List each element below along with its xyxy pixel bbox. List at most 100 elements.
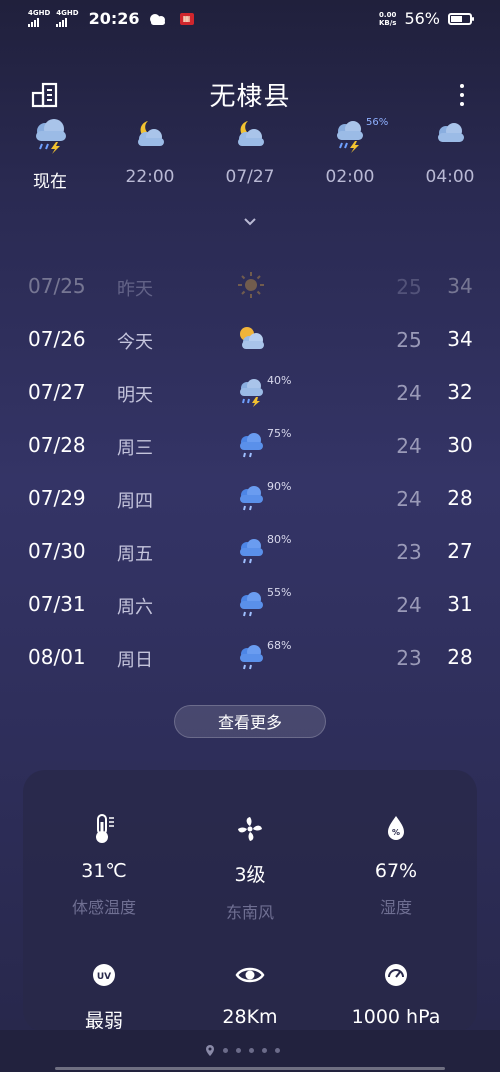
daily-row[interactable]: 08/01 周日 68% 23 28: [0, 631, 500, 683]
hourly-item[interactable]: 22:00: [100, 115, 200, 187]
precip-chance: 56%: [366, 117, 389, 128]
eye-icon: [235, 967, 265, 983]
app-notification-icon: ▦: [179, 12, 194, 25]
weather-details-card: 31℃ 体感温度 3级 东南风 % 67% 湿度 UV 最弱 28Km 1000…: [23, 770, 477, 1032]
precip-chance: 75%: [267, 427, 292, 440]
daily-weekday: 周六: [117, 597, 153, 618]
status-left: 4GHD 4GHD 20:26 ▦: [28, 9, 194, 28]
daily-row[interactable]: 07/30 周五 80% 23 27: [0, 525, 500, 577]
hourly-item[interactable]: 56% 02:00: [300, 115, 400, 187]
daily-high: 30: [447, 433, 473, 457]
svg-text:UV: UV: [97, 972, 111, 982]
detail-wind: 3级 东南风: [175, 812, 325, 923]
speed-unit: KB/s: [378, 18, 397, 27]
location-pin-icon: [206, 1045, 214, 1056]
thermometer-icon: [96, 814, 114, 843]
svg-text:%: %: [392, 828, 400, 837]
hourly-time-label: 02:00: [325, 167, 375, 187]
city-title[interactable]: 无棣县: [0, 76, 500, 113]
precip-chance: 55%: [267, 586, 292, 599]
daily-high: 34: [447, 327, 473, 351]
daily-date: 07/29: [28, 486, 86, 510]
moon-cloud-icon: [138, 121, 164, 146]
chevron-down-icon[interactable]: [242, 216, 258, 228]
daily-high: 32: [447, 380, 473, 404]
daily-row[interactable]: 07/27 明天 40% 24 32: [0, 366, 500, 418]
detail-visibility: 28Km: [175, 958, 325, 1028]
signal-1: 4GHD: [28, 10, 50, 27]
detail-caption: 东南风: [225, 903, 274, 922]
detail-value: 最弱: [84, 1010, 123, 1032]
thunderstorm-icon: [240, 379, 263, 407]
daily-low: 23: [396, 646, 422, 670]
daily-date: 08/01: [28, 645, 86, 669]
hourly-time-label: 04:00: [425, 167, 475, 187]
daily-date: 07/26: [28, 327, 86, 351]
hourly-item[interactable]: 现在: [0, 115, 100, 192]
signal-bars-icon: [56, 18, 68, 27]
page-dot[interactable]: [275, 1048, 280, 1053]
detail-value: 28Km: [222, 1006, 278, 1028]
daily-low: 24: [396, 434, 422, 458]
page-dot[interactable]: [249, 1048, 254, 1053]
partly-cloudy-icon: [240, 327, 264, 349]
header: 无棣县: [0, 70, 500, 120]
detail-pressure: 1000 hPa: [321, 958, 471, 1028]
daily-date: 07/25: [28, 274, 86, 298]
page-dot[interactable]: [223, 1048, 228, 1053]
daily-row[interactable]: 07/29 周四 90% 24 28: [0, 472, 500, 524]
hourly-item[interactable]: 07/27: [200, 115, 300, 187]
more-options-icon[interactable]: [456, 80, 468, 110]
daily-row[interactable]: 07/25 昨天 25 34: [0, 260, 500, 312]
humidity-drop-icon: %: [388, 816, 404, 840]
detail-value: 67%: [374, 860, 418, 882]
detail-caption: 体感温度: [71, 898, 136, 917]
battery-percent: 56%: [404, 9, 440, 28]
clock: 20:26: [88, 9, 140, 28]
view-more-button[interactable]: 查看更多: [174, 705, 326, 738]
daily-high: 28: [447, 645, 473, 669]
thunderstorm-icon: [36, 119, 66, 154]
daily-low: 25: [396, 328, 422, 352]
precip-chance: 40%: [267, 374, 292, 387]
daily-weekday: 周三: [117, 438, 153, 459]
daily-high: 27: [447, 539, 473, 563]
home-indicator[interactable]: [55, 1067, 445, 1070]
cloud-icon: [438, 123, 464, 142]
page-dot[interactable]: [236, 1048, 241, 1053]
daily-low: 24: [396, 593, 422, 617]
thunderstorm-icon: [337, 121, 363, 153]
daily-weekday: 周日: [117, 650, 153, 671]
daily-row[interactable]: 07/26 今天 25 34: [0, 313, 500, 365]
daily-date: 07/28: [28, 433, 86, 457]
rain-icon: [240, 592, 263, 617]
page-dot[interactable]: [262, 1048, 267, 1053]
page-dots[interactable]: [205, 1044, 280, 1057]
battery-icon: [448, 12, 474, 25]
daily-low: 23: [396, 540, 422, 564]
detail-humidity: % 67% 湿度: [321, 812, 471, 918]
daily-date: 07/30: [28, 539, 86, 563]
network-type-label: 4GHD: [28, 9, 51, 17]
hourly-forecast[interactable]: 现在 22:00 07/27 56% 02:00 04:00: [0, 115, 500, 195]
hourly-item[interactable]: 04:00: [400, 115, 500, 187]
moon-cloud-icon: [238, 121, 264, 146]
daily-high: 31: [447, 592, 473, 616]
network-speed: 0.00 KB/s: [379, 11, 396, 27]
uv-icon: UV: [93, 964, 115, 986]
rain-icon: [240, 539, 263, 564]
signal-2: 4GHD: [56, 10, 79, 27]
weather-notification-icon: [149, 13, 165, 25]
detail-value: 3级: [234, 864, 266, 886]
daily-high: 28: [447, 486, 473, 510]
detail-value: 31℃: [81, 860, 127, 882]
hourly-time-label: 22:00: [125, 167, 175, 187]
daily-row[interactable]: 07/31 周六 55% 24 31: [0, 578, 500, 630]
daily-high: 34: [447, 274, 473, 298]
daily-low: 25: [396, 275, 422, 299]
daily-weekday: 今天: [117, 332, 153, 353]
daily-low: 24: [396, 381, 422, 405]
detail-caption: 湿度: [379, 898, 412, 917]
daily-row[interactable]: 07/28 周三 75% 24 30: [0, 419, 500, 471]
detail-value: 1000 hPa: [351, 1006, 441, 1028]
